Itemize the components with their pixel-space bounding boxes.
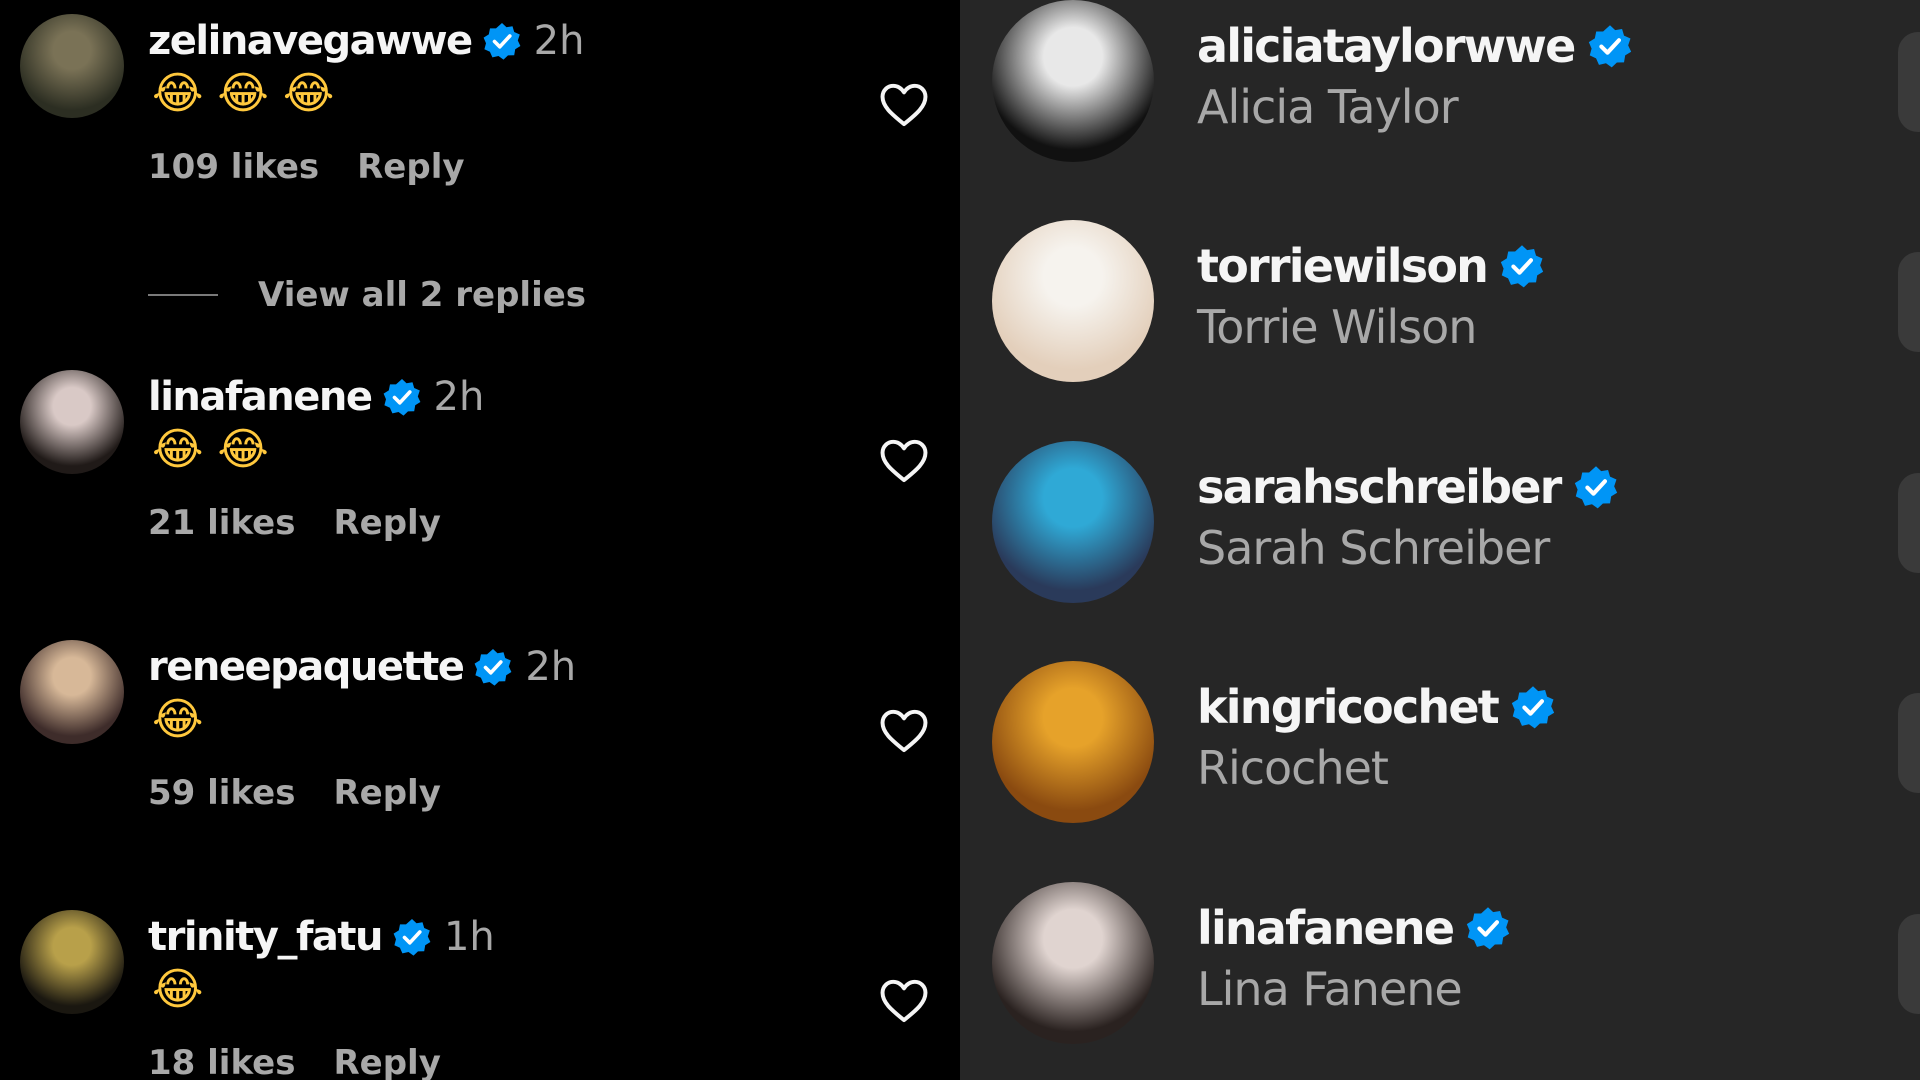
avatar[interactable] <box>992 0 1154 162</box>
account-row[interactable]: linafanene Lina Fanene <box>960 882 1920 1046</box>
heart-outline-icon[interactable] <box>876 972 932 1028</box>
comment-item: reneepaquette 2h 😂 59 likes Reply <box>0 640 960 820</box>
avatar[interactable] <box>992 441 1154 603</box>
account-full-name: Sarah Schreiber <box>1197 521 1550 575</box>
heart-outline-icon[interactable] <box>876 702 932 758</box>
username-link[interactable]: linafanene <box>148 374 373 420</box>
username-link[interactable]: reneepaquette <box>148 644 465 690</box>
verified-badge-icon <box>382 377 422 417</box>
follow-button-edge[interactable] <box>1898 914 1920 1014</box>
account-username-row: aliciataylorwwe <box>1197 16 1633 76</box>
comment-item: trinity_fatu 1h 😂 18 likes Reply <box>0 910 960 1080</box>
verified-badge-icon <box>392 917 432 957</box>
comment-actions: 109 likes Reply <box>148 142 465 192</box>
verified-badge-icon <box>1587 23 1633 69</box>
comment-text: 😂 😂 😂 <box>152 64 348 124</box>
reply-button[interactable]: Reply <box>333 773 440 813</box>
verified-badge-icon <box>473 647 513 687</box>
laughing-emoji: 😂 <box>152 964 204 1015</box>
account-username-row: sarahschreiber <box>1197 457 1619 517</box>
avatar[interactable] <box>20 370 124 474</box>
username-link[interactable]: sarahschreiber <box>1197 460 1562 514</box>
avatar[interactable] <box>20 910 124 1014</box>
likes-count-link[interactable]: 109 likes <box>148 147 319 187</box>
accounts-panel: aliciataylorwwe Alicia Taylor torriewilson… <box>960 0 1920 1080</box>
comment-item: linafanene 2h 😂 😂 21 likes Reply <box>0 370 960 550</box>
follow-button-edge[interactable] <box>1898 32 1920 132</box>
username-link[interactable]: zelinavegawwe <box>148 18 473 64</box>
view-replies-button[interactable]: View all 2 replies <box>148 268 586 322</box>
account-username-row: torriewilson <box>1197 236 1545 296</box>
follow-button-edge[interactable] <box>1898 252 1920 352</box>
follow-button-edge[interactable] <box>1898 693 1920 793</box>
laughing-emoji: 😂 <box>282 68 335 119</box>
account-username-row: linafanene <box>1197 898 1511 958</box>
verified-badge-icon <box>1465 905 1511 951</box>
username-link[interactable]: aliciataylorwwe <box>1197 19 1576 73</box>
follow-button-edge[interactable] <box>1898 473 1920 573</box>
verified-badge-icon <box>1510 684 1556 730</box>
avatar[interactable] <box>992 882 1154 1044</box>
laughing-emoji: 😂 <box>152 424 204 475</box>
heart-outline-icon[interactable] <box>876 432 932 488</box>
account-row[interactable]: kingricochet Ricochet <box>960 661 1920 825</box>
divider-line <box>148 294 218 296</box>
verified-badge-icon <box>1499 243 1545 289</box>
laughing-emoji: 😂 <box>152 68 204 119</box>
comment-timestamp: 1h <box>443 914 495 960</box>
username-link[interactable]: linafanene <box>1197 901 1455 955</box>
avatar[interactable] <box>992 661 1154 823</box>
likes-count-link[interactable]: 18 likes <box>148 1043 295 1080</box>
comment-header: linafanene 2h <box>148 370 484 424</box>
reply-button[interactable]: Reply <box>333 503 440 543</box>
comment-timestamp: 2h <box>533 18 585 64</box>
username-link[interactable]: kingricochet <box>1197 680 1500 734</box>
laughing-emoji: 😂 <box>152 694 204 745</box>
account-row[interactable]: aliciataylorwwe Alicia Taylor <box>960 0 1920 164</box>
account-username-row: kingricochet <box>1197 677 1556 737</box>
username-link[interactable]: torriewilson <box>1197 239 1489 293</box>
avatar[interactable] <box>20 640 124 744</box>
comment-actions: 59 likes Reply <box>148 768 441 818</box>
comment-header: trinity_fatu 1h <box>148 910 495 964</box>
account-row[interactable]: sarahschreiber Sarah Schreiber <box>960 441 1920 605</box>
laughing-emoji: 😂 <box>217 68 269 119</box>
account-row[interactable]: torriewilson Torrie Wilson <box>960 220 1920 384</box>
username-link[interactable]: trinity_fatu <box>148 914 383 960</box>
view-replies-label: View all 2 replies <box>258 275 587 315</box>
likes-count-link[interactable]: 59 likes <box>148 773 295 813</box>
comment-header: zelinavegawwe 2h <box>148 14 584 68</box>
comment-actions: 21 likes Reply <box>148 498 441 548</box>
comments-panel: zelinavegawwe 2h 😂 😂 😂 109 likes Reply linafane… <box>0 0 960 1080</box>
avatar[interactable] <box>20 14 124 118</box>
comment-text: 😂 <box>152 690 217 750</box>
comment-timestamp: 2h <box>525 644 577 690</box>
reply-button[interactable]: Reply <box>333 1043 440 1080</box>
comment-header: reneepaquette 2h <box>148 640 576 694</box>
account-full-name: Lina Fanene <box>1197 962 1463 1016</box>
comment-timestamp: 2h <box>433 374 485 420</box>
account-full-name: Ricochet <box>1197 741 1389 795</box>
reply-button[interactable]: Reply <box>357 147 464 187</box>
verified-badge-icon <box>1573 464 1619 510</box>
likes-count-link[interactable]: 21 likes <box>148 503 295 543</box>
heart-outline-icon[interactable] <box>876 76 932 132</box>
account-full-name: Alicia Taylor <box>1197 80 1459 134</box>
comment-item: zelinavegawwe 2h 😂 😂 😂 109 likes Reply <box>0 14 960 194</box>
comment-text: 😂 <box>152 960 217 1020</box>
comment-actions: 18 likes Reply <box>148 1038 441 1080</box>
laughing-emoji: 😂 <box>217 424 269 475</box>
avatar[interactable] <box>992 220 1154 382</box>
verified-badge-icon <box>482 21 522 61</box>
comment-text: 😂 😂 <box>152 420 283 480</box>
account-full-name: Torrie Wilson <box>1197 300 1477 354</box>
